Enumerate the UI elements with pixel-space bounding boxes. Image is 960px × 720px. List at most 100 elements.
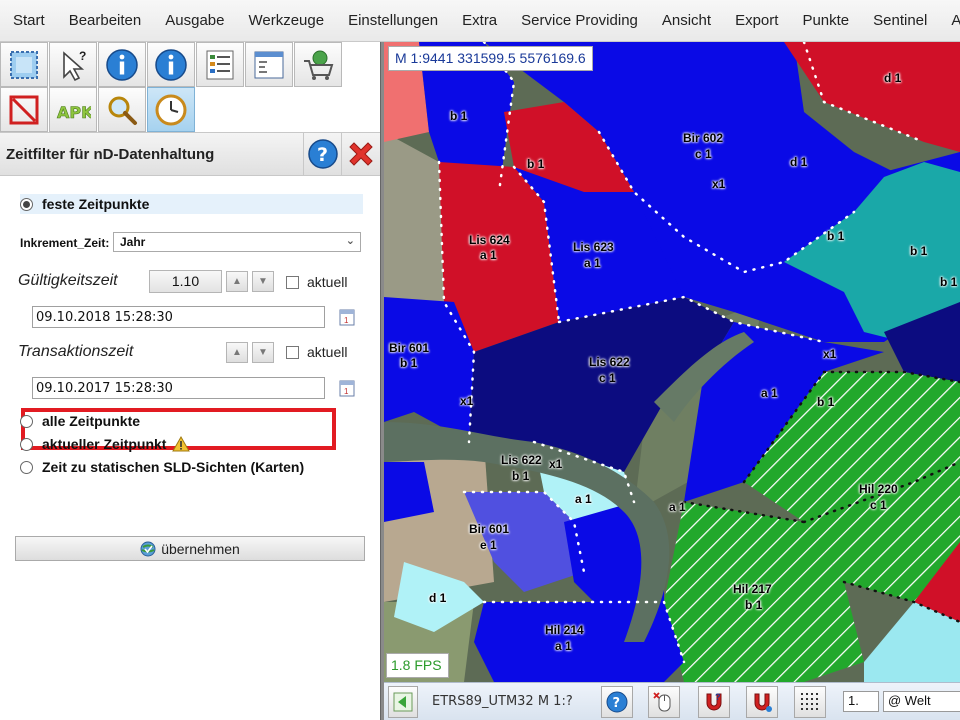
parcel-label: b 1 [400, 356, 418, 370]
transaction-down-button[interactable]: ▼ [252, 342, 274, 363]
parcel-label: Hil 214 [545, 623, 584, 637]
menu-sentinel[interactable]: Sentinel [861, 0, 939, 41]
menu-ansicht[interactable]: Ansicht [650, 0, 723, 41]
radio-fixed-indicator[interactable] [20, 197, 33, 211]
clock-button[interactable] [147, 87, 195, 132]
transaction-current-label: aktuell [307, 344, 348, 360]
transaction-date-input[interactable]: 09.10.2017 15:28:30 [32, 377, 325, 399]
close-icon [349, 142, 373, 166]
info-button-2[interactable] [147, 42, 195, 87]
table-window-button[interactable] [245, 42, 293, 87]
magnet-help-button[interactable]: ? [698, 686, 730, 718]
radio-current-timepoint[interactable]: aktueller Zeitpunkt [20, 436, 191, 452]
calendar-icon[interactable]: 1 [339, 308, 355, 326]
parcel-label: Hil 217 [733, 582, 772, 596]
parcel-label: Bir 601 [389, 341, 430, 355]
cart-button[interactable] [294, 42, 342, 87]
close-button[interactable] [341, 133, 380, 175]
toggle-panel-button[interactable] [388, 686, 418, 718]
menu-export[interactable]: Export [723, 0, 790, 41]
magnifier-button[interactable] [98, 87, 146, 132]
menu-einstellungen[interactable]: Einstellungen [336, 0, 450, 41]
validity-down-button[interactable]: ▼ [252, 271, 274, 292]
increment-value: Jahr [120, 235, 146, 249]
pointer-help-button[interactable]: ? [49, 42, 97, 87]
layer-button[interactable] [0, 42, 48, 87]
toolbar-row-2: APK [0, 87, 196, 132]
magnet-snap-button[interactable] [746, 686, 778, 718]
transaction-label: Transaktionszeit [18, 343, 134, 360]
help-icon: ? [606, 691, 628, 713]
parcel-label: b 1 [512, 469, 530, 483]
triangle-up-icon: ▲ [232, 347, 242, 358]
parcel-label: x1 [549, 457, 563, 471]
parcel-label: b 1 [940, 275, 958, 289]
parcel-label: d 1 [884, 71, 902, 85]
increment-label: Inkrement_Zeit: [20, 236, 110, 250]
layer-icon [10, 50, 38, 79]
menu-start[interactable]: Start [0, 0, 57, 41]
chevron-down-icon: ⌄ [345, 235, 355, 247]
menu-overflow[interactable]: A [939, 0, 960, 41]
mouse-icon [653, 692, 671, 712]
no-entry-icon [9, 95, 39, 124]
crs-select[interactable]: @ Welt [883, 691, 960, 712]
map-scale-coordinates: M 1:9441 331599.5 5576169.6 [388, 46, 593, 71]
parcel-label: b 1 [527, 157, 545, 171]
transaction-up-button[interactable]: ▲ [226, 342, 248, 363]
arrow-left-icon [393, 692, 413, 712]
svg-text:?: ? [613, 696, 621, 711]
menu-punkte[interactable]: Punkte [790, 0, 861, 41]
form-list-button[interactable] [196, 42, 244, 87]
globe-check-icon [140, 541, 156, 556]
calendar-icon[interactable]: 1 [339, 379, 355, 397]
validity-date-input[interactable]: 09.10.2018 15:28:30 [32, 306, 325, 328]
info-icon [106, 48, 138, 81]
transaction-current-checkbox[interactable] [286, 346, 299, 359]
menu-service-providing[interactable]: Service Providing [509, 0, 650, 41]
radio-fixed-timepoints[interactable]: feste Zeitpunkte [20, 194, 363, 214]
parcel-label: c 1 [870, 498, 887, 512]
menubar: Start Bearbeiten Ausgabe Werkzeuge Einst… [0, 0, 960, 42]
parcel-label: a 1 [575, 492, 592, 506]
info-button-1[interactable] [98, 42, 146, 87]
panel-header: Zeitfilter für nD-Datenhaltung ? [0, 132, 380, 176]
help-button[interactable]: ? [303, 133, 341, 175]
application-window: Start Bearbeiten Ausgabe Werkzeuge Einst… [0, 0, 960, 720]
pointer-help-icon: ? [63, 49, 86, 81]
no-entry-button[interactable] [0, 87, 48, 132]
menu-ausgabe[interactable]: Ausgabe [153, 0, 236, 41]
validity-up-button[interactable]: ▲ [226, 271, 248, 292]
increment-select[interactable]: Jahr ⌄ [113, 232, 361, 252]
radio-all-indicator[interactable] [20, 414, 33, 428]
mouse-mode-button[interactable] [648, 686, 680, 718]
apk-button[interactable]: APK [49, 87, 97, 132]
radio-sld-indicator[interactable] [20, 460, 33, 474]
radio-sld-label: Zeit zu statischen SLD-Sichten (Karten) [42, 459, 305, 475]
parcel-label: Lis 623 [573, 240, 614, 254]
crs-select-value: @ Welt [888, 693, 931, 708]
radio-all-timepoints[interactable]: alle Zeitpunkte [20, 413, 140, 429]
radio-sld-views[interactable]: Zeit zu statischen SLD-Sichten (Karten) [20, 459, 304, 475]
parcel-label: a 1 [761, 386, 778, 400]
menu-extra[interactable]: Extra [450, 0, 509, 41]
menu-werkzeuge[interactable]: Werkzeuge [236, 0, 336, 41]
info-icon [155, 48, 187, 81]
radio-current-indicator[interactable] [20, 437, 33, 451]
menu-bearbeiten[interactable]: Bearbeiten [57, 0, 154, 41]
magnifier-icon [108, 96, 137, 125]
cart-icon [304, 50, 334, 80]
grid-icon [801, 693, 818, 710]
radio-all-label: alle Zeitpunkte [42, 413, 141, 429]
map-canvas[interactable]: M 1:9441 331599.5 5576169.6 1.8 FPS d 1 … [384, 42, 960, 682]
grid-button[interactable] [794, 686, 826, 718]
scale-input[interactable]: 1. [843, 691, 879, 712]
parcel-label: Bir 601 [469, 522, 510, 536]
status-bar: ETRS89_UTM32 M 1:? ? ? 1. @ Welt [384, 682, 960, 720]
validity-step-field[interactable]: 1.10 [149, 270, 222, 293]
apply-button[interactable]: übernehmen [15, 536, 365, 561]
validity-current-checkbox[interactable] [286, 276, 299, 289]
parcel-label: x1 [823, 347, 837, 361]
apk-icon: APK [57, 102, 91, 122]
help-button-status[interactable]: ? [601, 686, 633, 718]
